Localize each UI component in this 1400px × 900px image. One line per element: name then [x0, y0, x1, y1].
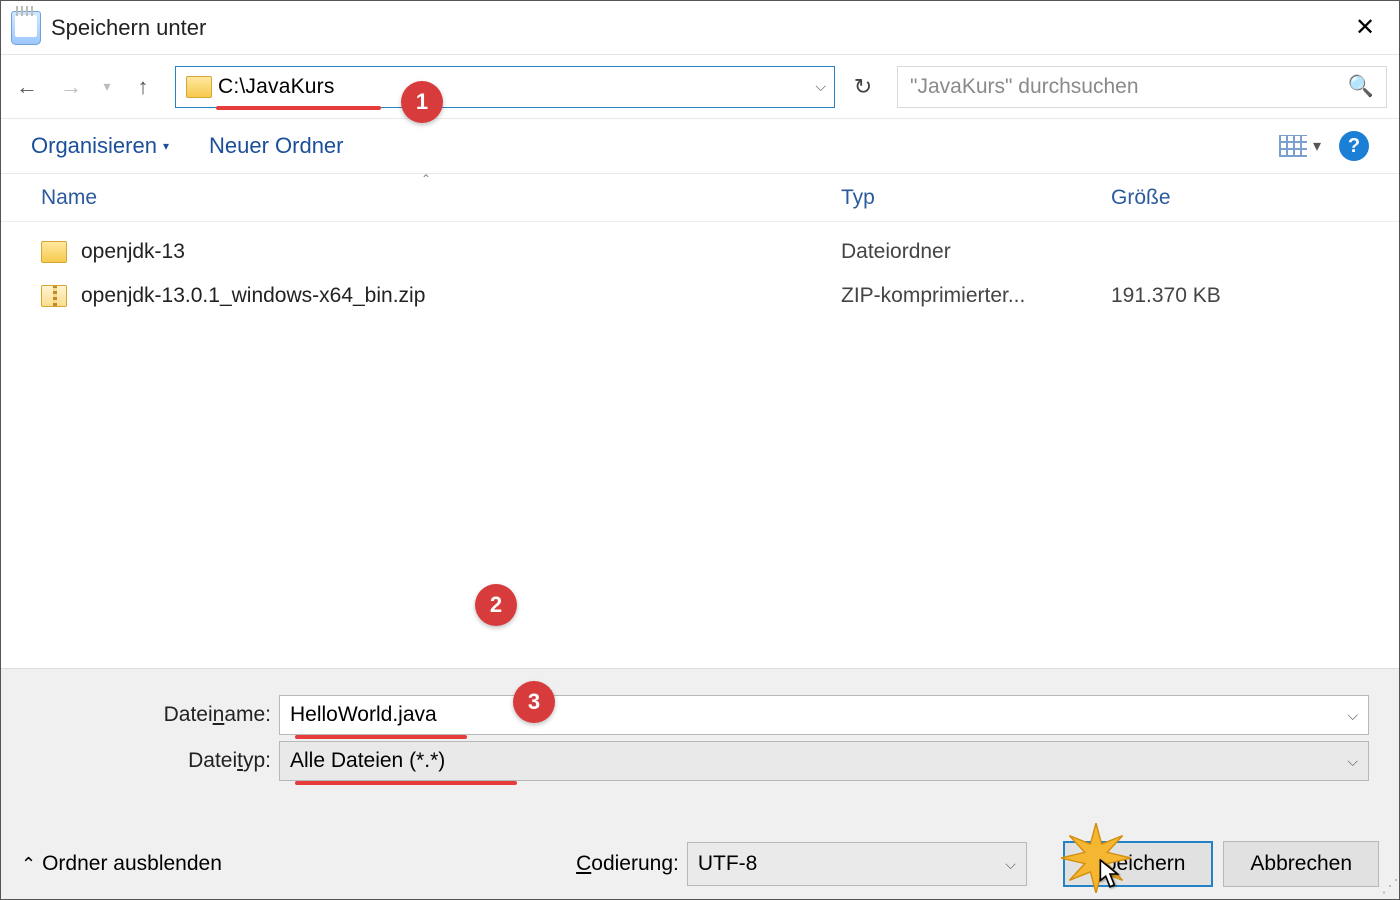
search-input[interactable]: "JavaKurs" durchsuchen 🔍: [897, 66, 1387, 108]
column-header-type[interactable]: Typ: [841, 186, 1111, 210]
cursor-icon: [1099, 859, 1121, 889]
view-icon: [1279, 135, 1307, 157]
search-icon: 🔍: [1348, 75, 1374, 99]
new-folder-button[interactable]: Neuer Ordner: [209, 133, 344, 159]
organize-button[interactable]: Organisieren ▾: [31, 133, 169, 159]
address-text: C:\JavaKurs: [218, 75, 335, 99]
chevron-down-icon[interactable]: ⌵: [1005, 856, 1016, 873]
title-bar: Speichern unter ✕: [1, 1, 1399, 55]
chevron-up-icon: ⌃: [21, 854, 36, 875]
annotation-callout-2: 2: [475, 584, 517, 626]
chevron-down-icon: ▾: [1313, 136, 1321, 156]
annotation-underline-3: [295, 781, 517, 785]
up-button[interactable]: ↑: [123, 57, 163, 117]
hide-folders-label: Ordner ausblenden: [42, 852, 222, 876]
search-placeholder: "JavaKurs" durchsuchen: [910, 75, 1139, 99]
chevron-down-icon[interactable]: ⌵: [1347, 707, 1358, 724]
column-header-row: ⌃ Name Typ Größe: [1, 174, 1399, 222]
file-list: openjdk-13 Dateiordner openjdk-13.0.1_wi…: [1, 222, 1399, 326]
back-button[interactable]: ←: [7, 57, 47, 117]
address-bar[interactable]: C:\JavaKurs ⌵: [175, 66, 835, 108]
new-folder-label: Neuer Ordner: [209, 133, 344, 159]
close-button[interactable]: ✕: [1341, 13, 1389, 42]
forward-button[interactable]: →: [51, 57, 91, 117]
cancel-button[interactable]: Abbrechen: [1223, 841, 1379, 887]
nav-bar: ← → ▾ ↑ C:\JavaKurs ⌵ ↻ "JavaKurs" durch…: [1, 55, 1399, 118]
filename-input[interactable]: HelloWorld.java ⌵: [279, 695, 1369, 735]
file-size: 191.370 KB: [1111, 284, 1379, 308]
help-button[interactable]: ?: [1339, 131, 1369, 161]
filetype-label: Dateityp:: [11, 749, 279, 773]
file-type: Dateiordner: [841, 240, 1111, 264]
toolbar: Organisieren ▾ Neuer Ordner ▾ ?: [1, 118, 1399, 174]
window-title: Speichern unter: [51, 15, 1341, 41]
chevron-down-icon[interactable]: ⌵: [1347, 753, 1358, 770]
encoding-label: Codierung:: [576, 852, 687, 876]
notepad-icon: [11, 11, 41, 45]
encoding-value: UTF-8: [698, 852, 758, 876]
annotation-underline-1: [216, 106, 381, 110]
view-button[interactable]: ▾: [1279, 135, 1321, 157]
folder-icon: [41, 241, 67, 263]
file-name: openjdk-13.0.1_windows-x64_bin.zip: [81, 284, 425, 308]
address-dropdown-icon[interactable]: ⌵: [815, 78, 826, 95]
chevron-down-icon: ▾: [163, 139, 169, 153]
filename-value: HelloWorld.java: [290, 703, 437, 727]
file-type: ZIP-komprimierter...: [841, 284, 1111, 308]
encoding-select[interactable]: UTF-8 ⌵: [687, 842, 1027, 886]
organize-label: Organisieren: [31, 133, 157, 159]
annotation-callout-3: 3: [513, 681, 555, 723]
annotation-underline-2: [295, 735, 467, 739]
refresh-button[interactable]: ↻: [841, 74, 885, 100]
column-header-name[interactable]: Name: [21, 186, 841, 210]
annotation-callout-1: 1: [401, 81, 443, 123]
list-item[interactable]: openjdk-13.0.1_windows-x64_bin.zip ZIP-k…: [21, 274, 1379, 318]
list-item[interactable]: openjdk-13 Dateiordner: [21, 230, 1379, 274]
zip-icon: [41, 285, 67, 307]
filename-label: Dateiname:: [11, 703, 279, 727]
column-header-size[interactable]: Größe: [1111, 186, 1379, 210]
recent-dropdown[interactable]: ▾: [95, 57, 119, 117]
filetype-select[interactable]: Alle Dateien (*.*) ⌵: [279, 741, 1369, 781]
folder-icon: [186, 76, 212, 98]
bottom-panel: Dateiname: HelloWorld.java ⌵ Dateityp: A…: [1, 668, 1399, 899]
file-name: openjdk-13: [81, 240, 185, 264]
sort-indicator-icon: ⌃: [421, 172, 431, 186]
cancel-label: Abbrechen: [1250, 852, 1352, 876]
resize-grip-icon[interactable]: ⋰: [1381, 876, 1397, 897]
hide-folders-button[interactable]: ⌃ Ordner ausblenden: [21, 852, 222, 876]
filetype-value: Alle Dateien (*.*): [290, 749, 445, 773]
